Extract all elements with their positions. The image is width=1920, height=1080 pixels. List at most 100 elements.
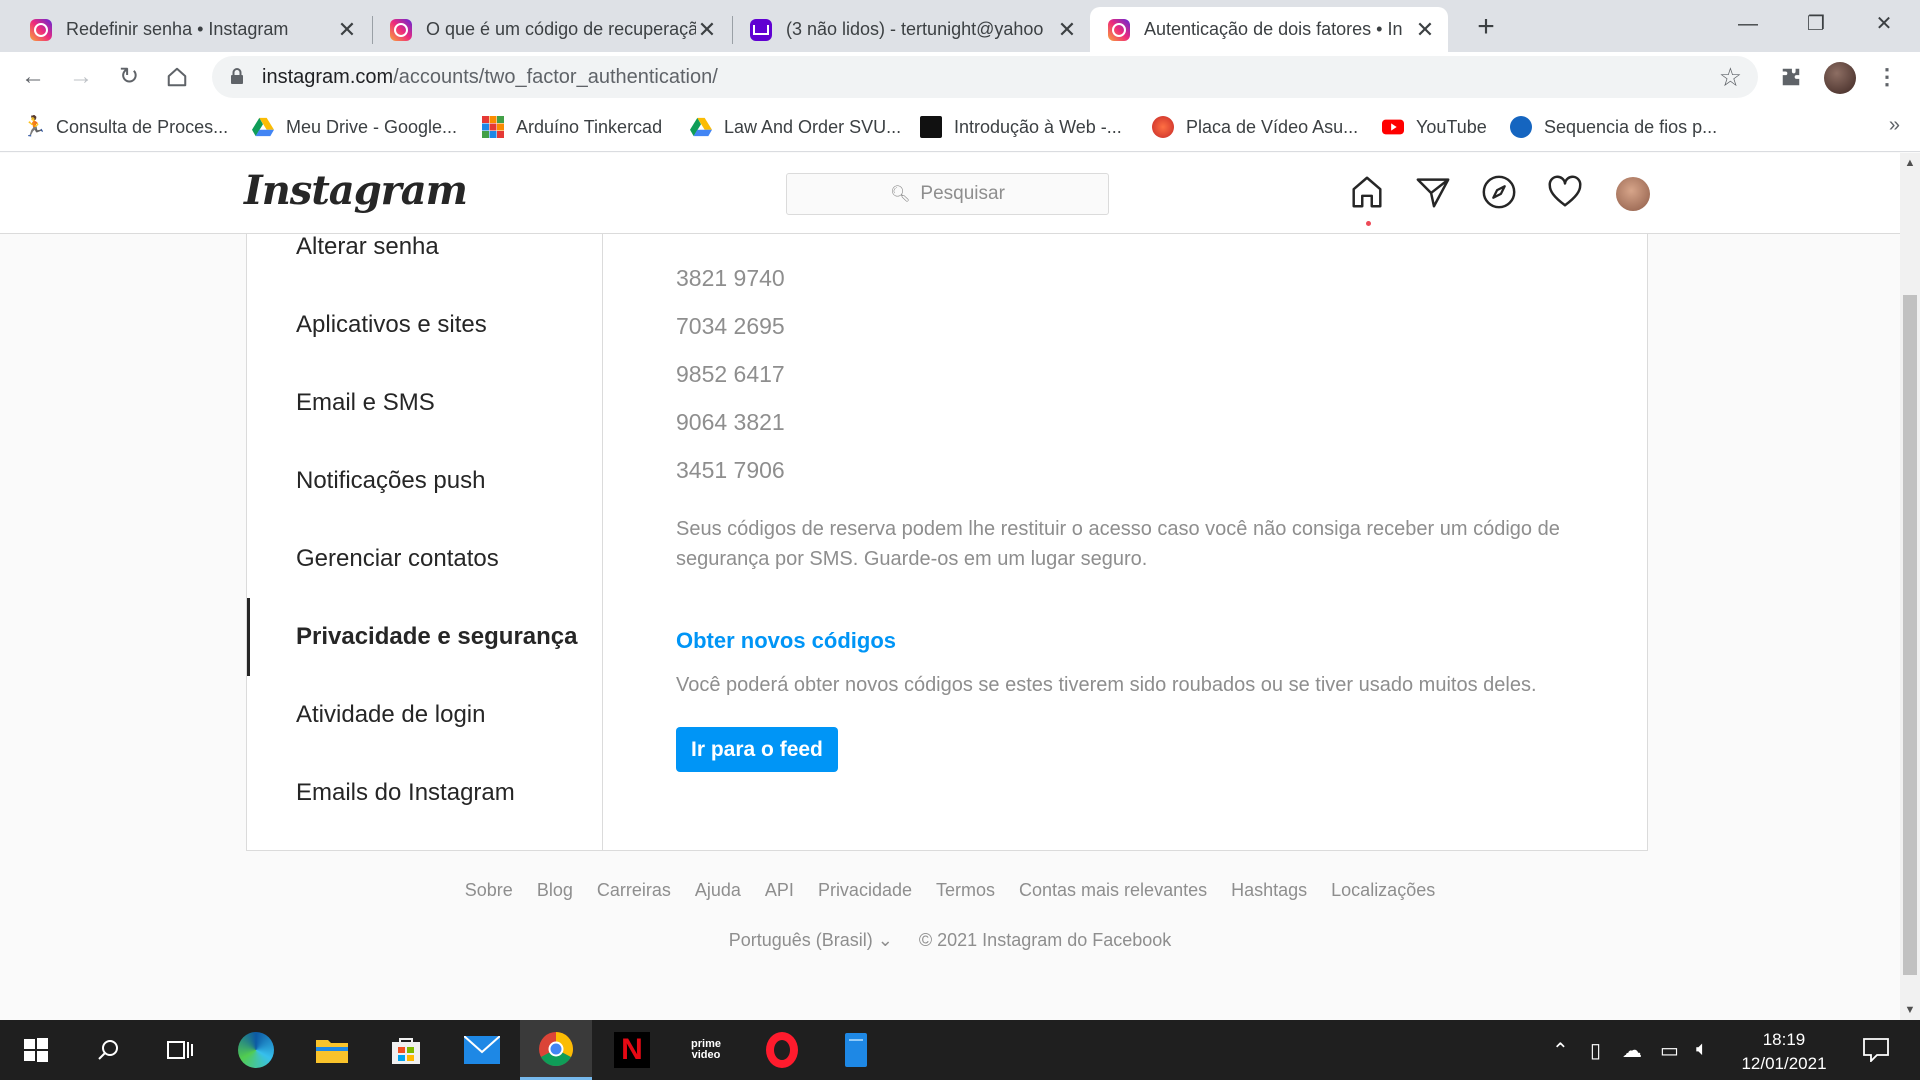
home-nav-button[interactable] [1348,173,1388,213]
netflix-button[interactable]: N [596,1020,668,1080]
onedrive-icon[interactable]: ☁ [1622,1038,1642,1063]
sidebar-item-gerenciar-contatos[interactable]: Gerenciar contatos [247,520,603,598]
tab-yahoo-mail[interactable]: (3 não lidos) - tertunight@yahoo ✕ [732,7,1090,52]
footer-link[interactable]: Privacidade [818,880,912,901]
activity-nav-button[interactable] [1546,173,1586,213]
bookmark-placa-video[interactable]: Placa de Vídeo Asu... [1152,114,1358,140]
youtube-icon [1382,119,1404,135]
sidebar-item-atividade-login[interactable]: Atividade de login [247,676,603,754]
instagram-icon [1108,18,1130,41]
close-icon[interactable]: ✕ [696,17,718,43]
search-icon: 🔍︎ [890,186,911,203]
footer-link[interactable]: Hashtags [1231,880,1307,901]
sidebar-item-email-sms[interactable]: Email e SMS [247,364,603,442]
url-text: instagram.com/accounts/two_factor_authen… [262,66,718,89]
new-tab-button[interactable]: + [1468,10,1504,46]
footer-link[interactable]: API [765,880,794,901]
reload-button[interactable]: ↻ [112,60,146,94]
system-clock[interactable]: 18:19 12/01/2021 [1728,1028,1840,1076]
document-app-button[interactable] [820,1020,892,1080]
bookmark-law-and-order[interactable]: Law And Order SVU... [690,114,901,140]
network-icon[interactable]: ▭ [1660,1038,1679,1063]
sidebar-item-privacidade[interactable]: Privacidade e segurança [247,598,603,676]
footer-link[interactable]: Carreiras [597,880,671,901]
tab-strip: Redefinir senha • Instagram ✕ O que é um… [0,0,1920,52]
direct-nav-button[interactable] [1414,173,1454,213]
restore-button[interactable]: ❐ [1788,6,1844,42]
sidebar-item-aplicativos[interactable]: Aplicativos e sites [247,286,603,364]
yahoo-mail-icon [750,18,772,41]
minimize-button[interactable]: — [1720,6,1776,42]
get-new-codes-link[interactable]: Obter novos códigos [676,628,896,654]
bookmark-label: Arduíno Tinkercad [516,116,663,137]
prime-video-button[interactable]: prime video [670,1020,742,1080]
menu-icon[interactable]: ⋮ [1870,60,1904,94]
tab-codigo-recuperacao[interactable]: O que é um código de recuperação ✕ [372,7,730,52]
scroll-up-icon[interactable]: ▲ [1900,153,1920,173]
footer-link[interactable]: Sobre [465,880,513,901]
tab-title: Autenticação de dois fatores • In [1144,19,1403,39]
edge-taskbar-button[interactable] [220,1020,292,1080]
scroll-down-icon[interactable]: ▼ [1900,1000,1920,1020]
bookmark-consulta[interactable]: 🏃 Consulta de Proces... [22,114,228,140]
bookmark-star-icon[interactable]: ☆ [1719,62,1742,93]
footer-link[interactable]: Contas mais relevantes [1019,880,1207,901]
backup-code: 3451 7906 [676,457,785,483]
bookmark-youtube[interactable]: YouTube [1382,114,1487,140]
search-taskbar-button[interactable] [72,1020,144,1080]
task-view-button[interactable] [144,1020,216,1080]
footer-link[interactable]: Localizações [1331,880,1435,901]
bookmark-introducao-web[interactable]: Introdução à Web -... [920,114,1122,140]
user-avatar[interactable] [1616,177,1650,211]
search-input[interactable]: 🔍︎ Pesquisar [786,173,1109,215]
chevron-down-icon: ⌄ [877,930,893,950]
site-icon [1510,116,1532,138]
edge-icon [238,1032,274,1068]
lock-icon [231,68,243,84]
extensions-icon[interactable] [1774,60,1808,94]
codes-description: Seus códigos de reserva podem lhe restit… [676,518,1560,570]
explore-nav-button[interactable] [1480,173,1520,213]
forward-button[interactable]: → [64,60,98,94]
folder-icon [316,1040,348,1063]
profile-avatar[interactable] [1824,62,1856,94]
tab-redefinir-senha[interactable]: Redefinir senha • Instagram ✕ [12,7,370,52]
bookmark-meu-drive[interactable]: Meu Drive - Google... [252,114,457,140]
notification-dot [1366,221,1371,226]
volume-icon[interactable]: 🔈︎ [1696,1038,1708,1061]
go-to-feed-button[interactable]: Ir para o feed [676,727,838,772]
footer-link[interactable]: Blog [537,880,573,901]
language-select[interactable]: Português (Brasil) ⌄ [729,930,893,951]
sidebar-item-alterar-senha[interactable]: Alterar senha [247,234,603,286]
page-scrollbar[interactable]: ▲ ▼ [1900,153,1920,1020]
start-button[interactable] [0,1020,72,1080]
footer-link[interactable]: Ajuda [695,880,741,901]
chrome-taskbar-button[interactable] [520,1020,592,1080]
scrollbar-thumb[interactable] [1903,295,1917,975]
opera-button[interactable] [746,1020,818,1080]
back-button[interactable]: ← [16,60,50,94]
show-hidden-icons[interactable]: ⌃ [1552,1038,1569,1063]
footer-link[interactable]: Termos [936,880,995,901]
notifications-button[interactable] [1840,1020,1912,1080]
tab-autenticacao-dois-fatores[interactable]: Autenticação de dois fatores • In ✕ [1090,7,1448,52]
instagram-logo[interactable]: Instagram [244,167,468,214]
mail-button[interactable] [446,1020,518,1080]
bookmark-tinkercad[interactable]: Arduíno Tinkercad [482,114,662,140]
close-icon[interactable]: ✕ [1056,17,1078,43]
backup-code: 7034 2695 [676,313,785,339]
home-button[interactable] [160,60,194,94]
bookmark-sequencia-fios[interactable]: Sequencia de fios p... [1510,114,1717,140]
close-icon[interactable]: ✕ [336,17,358,43]
close-icon[interactable]: ✕ [1414,17,1436,43]
meet-now-icon[interactable]: ▯ [1590,1038,1601,1063]
sidebar-item-notificacoes-push[interactable]: Notificações push [247,442,603,520]
store-button[interactable] [370,1020,442,1080]
more-bookmarks-icon[interactable]: » [1889,114,1900,137]
sidebar-item-label: Gerenciar contatos [296,545,499,572]
sidebar-item-emails-instagram[interactable]: Emails do Instagram [247,754,603,832]
window-close-button[interactable]: ✕ [1856,6,1912,42]
two-factor-content: 3821 9740 7034 2695 9852 6417 9064 3821 … [604,234,1648,850]
address-bar[interactable]: instagram.com/accounts/two_factor_authen… [212,56,1758,98]
file-explorer-button[interactable] [296,1020,368,1080]
